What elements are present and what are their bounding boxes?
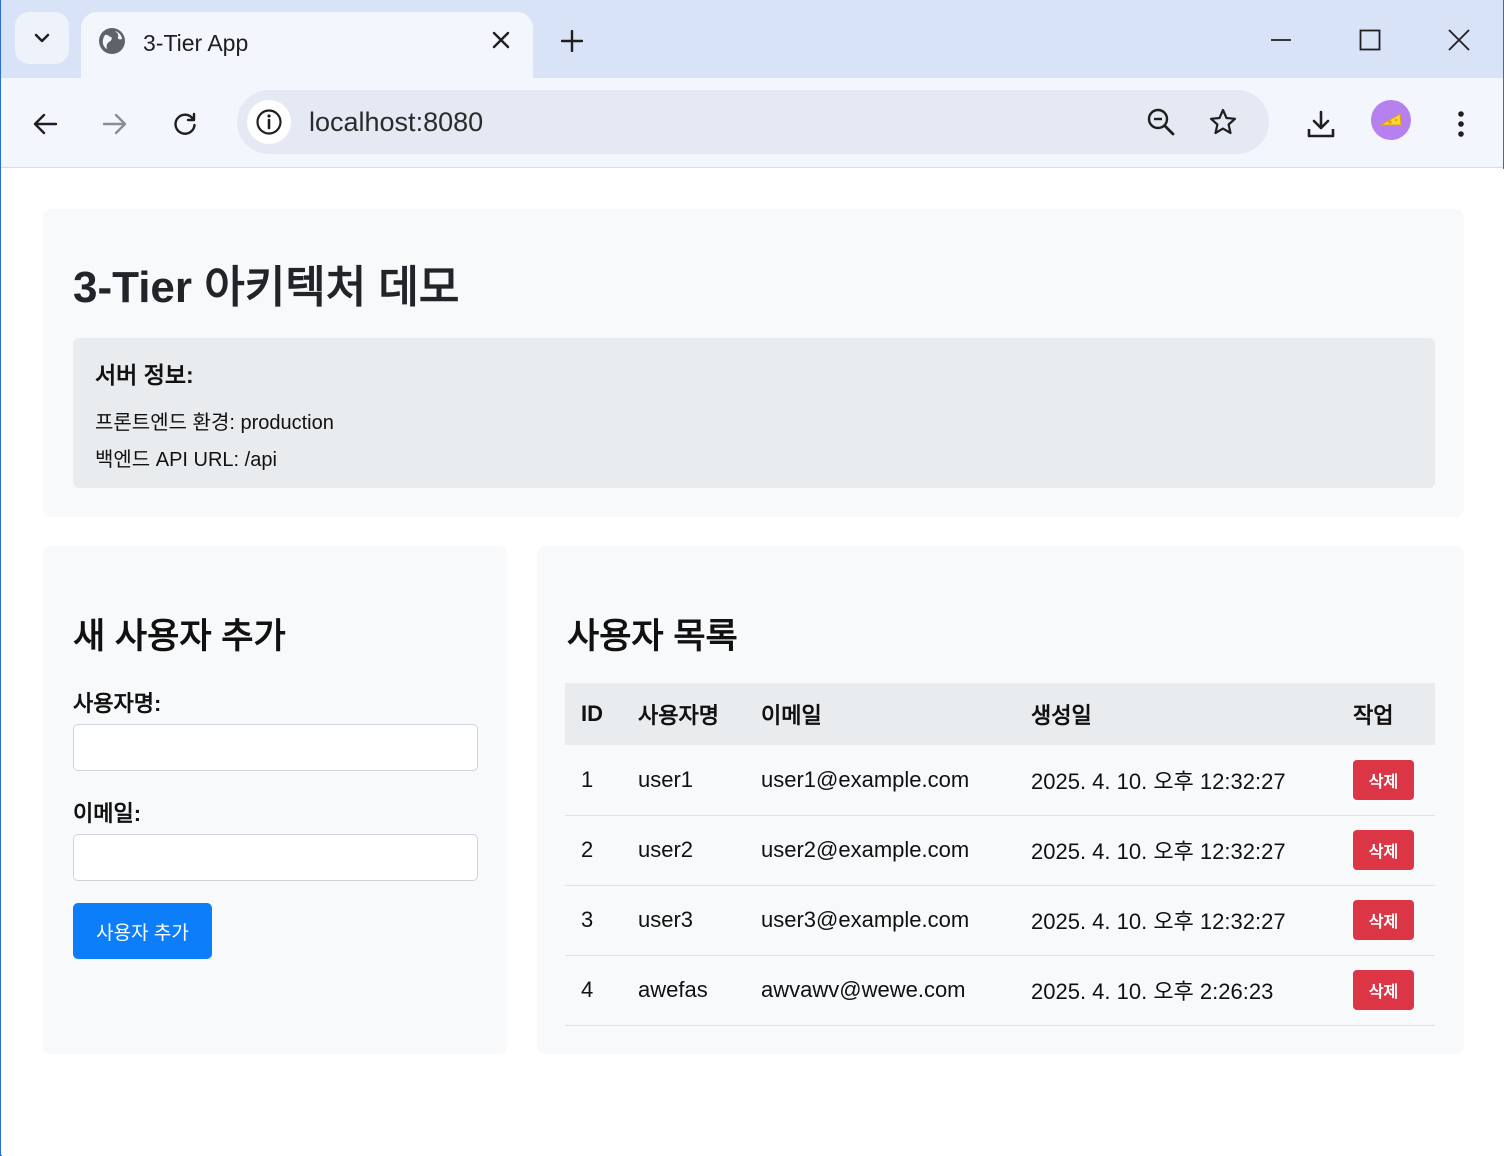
address-bar[interactable]: localhost:8080 <box>237 90 1269 154</box>
cell-created: 2025. 4. 10. 오후 12:32:27 <box>1015 885 1337 956</box>
info-icon <box>256 109 282 135</box>
table-header-row: ID 사용자명 이메일 생성일 작업 <box>565 683 1435 745</box>
delete-user-button[interactable]: 삭제 <box>1353 759 1414 800</box>
cell-username: user2 <box>622 815 745 886</box>
table-row: 1 user1 user1@example.com 2025. 4. 10. 오… <box>565 745 1435 816</box>
zoom-out-icon <box>1147 108 1175 136</box>
url-text[interactable]: localhost:8080 <box>309 107 483 138</box>
cell-created: 2025. 4. 10. 오후 12:32:27 <box>1015 745 1337 816</box>
cell-action: 삭제 <box>1337 955 1435 1026</box>
window-close-button[interactable] <box>1439 20 1479 60</box>
users-table: ID 사용자명 이메일 생성일 작업 1 user1 user1@example… <box>565 683 1435 1026</box>
maximize-button[interactable] <box>1350 20 1390 60</box>
username-label: 사용자명: <box>73 691 162 716</box>
new-tab-button[interactable] <box>553 22 591 60</box>
back-button[interactable] <box>23 102 67 146</box>
maximize-icon <box>1359 29 1381 51</box>
page-viewport: 3-Tier 아키텍처 데모 서버 정보: 프론트엔드 환경: producti… <box>2 169 1504 1156</box>
zoom-button[interactable] <box>1139 100 1183 144</box>
column-header-username: 사용자명 <box>622 683 745 745</box>
minimize-button[interactable] <box>1261 20 1301 60</box>
frontend-env-text: 프론트엔드 환경: production <box>95 412 334 434</box>
cell-username: user1 <box>622 745 745 816</box>
page-title: 3-Tier 아키텍처 데모 <box>73 263 460 312</box>
server-info-panel: 서버 정보: 프론트엔드 환경: production 백엔드 API URL:… <box>73 338 1435 488</box>
cell-email: awvawv@wewe.com <box>745 955 1015 1026</box>
username-input[interactable] <box>73 724 478 771</box>
user-list-title: 사용자 목록 <box>567 617 738 656</box>
chevron-down-icon <box>34 33 50 43</box>
cell-username: awefas <box>622 955 745 1026</box>
reload-icon <box>174 112 196 135</box>
active-tab[interactable]: 3-Tier App <box>81 12 533 78</box>
arrow-left-icon <box>33 113 58 135</box>
column-header-email: 이메일 <box>745 683 1015 745</box>
download-icon <box>1307 110 1335 138</box>
add-user-title: 새 사용자 추가 <box>73 617 286 656</box>
forward-button[interactable] <box>93 102 137 146</box>
add-user-button[interactable]: 사용자 추가 <box>73 903 212 959</box>
delete-user-button[interactable]: 삭제 <box>1353 900 1414 940</box>
cell-id: 4 <box>565 955 622 1026</box>
cell-id: 1 <box>565 745 622 816</box>
cell-email: user1@example.com <box>745 745 1015 816</box>
star-icon <box>1209 108 1237 135</box>
cell-created: 2025. 4. 10. 오후 2:26:23 <box>1015 955 1337 1026</box>
cell-id: 3 <box>565 885 622 956</box>
cell-id: 2 <box>565 815 622 886</box>
minimize-icon <box>1271 39 1291 41</box>
more-vertical-icon <box>1458 111 1464 137</box>
email-label: 이메일: <box>73 801 142 826</box>
table-row: 4 awefas awvawv@wewe.com 2025. 4. 10. 오후… <box>565 955 1435 1026</box>
user-list-card: 사용자 목록 ID 사용자명 이메일 생성일 작업 1 user1 user1@… <box>537 546 1464 1054</box>
plus-icon <box>561 30 583 52</box>
cell-action: 삭제 <box>1337 815 1435 886</box>
cell-action: 삭제 <box>1337 885 1435 956</box>
tab-search-button[interactable] <box>15 12 69 64</box>
email-input[interactable] <box>73 834 478 881</box>
column-header-created: 생성일 <box>1015 683 1337 745</box>
profile-avatar[interactable] <box>1371 100 1411 140</box>
close-icon <box>492 31 510 49</box>
browser-window: 3-Tier App localhost:8080 3-Tier 아키텍처 데모… <box>0 0 1504 1156</box>
cell-action: 삭제 <box>1337 745 1435 816</box>
bookmark-button[interactable] <box>1201 100 1245 144</box>
table-row: 3 user3 user3@example.com 2025. 4. 10. 오… <box>565 885 1435 956</box>
browser-toolbar: localhost:8080 <box>1 78 1503 168</box>
add-user-card: 새 사용자 추가 사용자명: 이메일: 사용자 추가 <box>43 546 507 1054</box>
delete-user-button[interactable]: 삭제 <box>1353 970 1414 1010</box>
table-row: 2 user2 user2@example.com 2025. 4. 10. 오… <box>565 815 1435 886</box>
tab-title: 3-Tier App <box>143 30 249 56</box>
cell-email: user3@example.com <box>745 885 1015 956</box>
backend-url-text: 백엔드 API URL: /api <box>95 449 277 471</box>
column-header-action: 작업 <box>1337 683 1435 745</box>
tab-close-button[interactable] <box>485 24 517 56</box>
browser-menu-button[interactable] <box>1439 102 1483 146</box>
cell-username: user3 <box>622 885 745 956</box>
cell-email: user2@example.com <box>745 815 1015 886</box>
globe-icon <box>99 28 125 54</box>
column-header-id: ID <box>565 683 622 745</box>
close-icon <box>1448 29 1470 51</box>
cheese-icon <box>1379 113 1402 126</box>
server-info-heading: 서버 정보: <box>95 362 194 388</box>
downloads-button[interactable] <box>1299 102 1343 146</box>
header-card: 3-Tier 아키텍처 데모 서버 정보: 프론트엔드 환경: producti… <box>43 209 1464 517</box>
cell-created: 2025. 4. 10. 오후 12:32:27 <box>1015 815 1337 886</box>
delete-user-button[interactable]: 삭제 <box>1353 830 1414 870</box>
reload-button[interactable] <box>163 102 207 146</box>
site-info-button[interactable] <box>247 100 291 144</box>
tab-strip: 3-Tier App <box>1 0 1503 78</box>
arrow-right-icon <box>102 113 127 135</box>
